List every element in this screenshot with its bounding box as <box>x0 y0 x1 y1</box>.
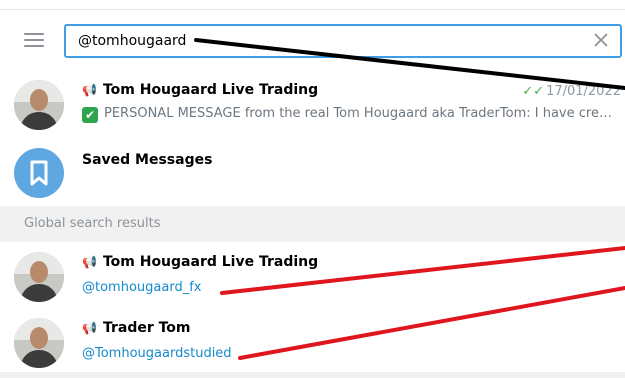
chat-title: Saved Messages <box>82 152 213 168</box>
megaphone-icon: 📢 <box>82 83 97 97</box>
double-check-icon: ✓✓ <box>522 84 545 99</box>
avatar <box>14 252 64 302</box>
global-search-header: Global search results <box>0 206 625 242</box>
saved-messages-avatar <box>14 148 64 198</box>
bottom-divider <box>0 372 625 378</box>
divider <box>0 9 625 10</box>
result-handle[interactable]: @tomhougaard_fx <box>82 280 201 295</box>
avatar <box>14 80 64 130</box>
chat-row-tom-hougaard-live-trading[interactable]: 📢 Tom Hougaard Live Trading ✓✓ 17/01/2022 … <box>0 72 625 138</box>
global-result-row[interactable]: 📢 Tom Hougaard Live Trading @tomhougaard_… <box>0 244 625 310</box>
global-result-row[interactable]: 📢 Trader Tom @Tomhougaardstudied <box>0 310 625 376</box>
result-title: 📢 Tom Hougaard Live Trading <box>82 254 319 270</box>
chat-date: ✓✓ 17/01/2022 <box>522 84 621 99</box>
search-input-value: @tomhougaard <box>78 33 187 49</box>
megaphone-icon: 📢 <box>82 321 97 335</box>
global-search-label: Global search results <box>24 216 161 231</box>
green-checkmark-icon: ✔ <box>82 107 98 123</box>
avatar <box>14 318 64 368</box>
menu-icon[interactable] <box>24 32 44 48</box>
search-input[interactable]: @tomhougaard <box>64 24 622 58</box>
chat-row-saved-messages[interactable]: Saved Messages <box>0 140 625 206</box>
chat-preview: ✔ PERSONAL MESSAGE from the real Tom Houg… <box>82 106 622 123</box>
bookmark-icon <box>30 160 48 186</box>
chat-title: 📢 Tom Hougaard Live Trading <box>82 82 319 98</box>
megaphone-icon: 📢 <box>82 255 97 269</box>
result-handle[interactable]: @Tomhougaardstudied <box>82 346 232 361</box>
clear-icon[interactable] <box>592 31 610 49</box>
result-title: 📢 Trader Tom <box>82 320 191 336</box>
